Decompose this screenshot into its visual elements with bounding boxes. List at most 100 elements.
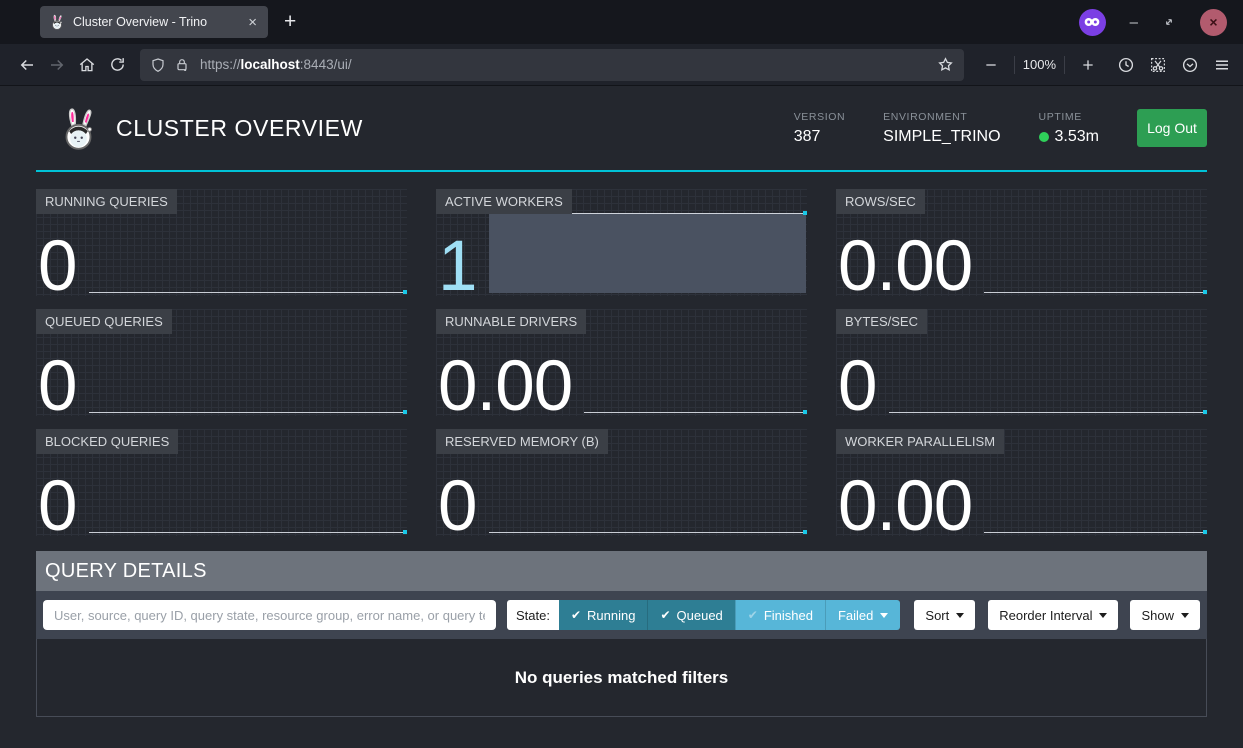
chevron-down-icon (956, 613, 964, 618)
pocket-save-icon[interactable] (1181, 56, 1199, 74)
query-details-header: QUERY DETAILS (36, 551, 1207, 591)
stat-value: 0 (436, 478, 477, 536)
chevron-down-icon (880, 613, 888, 618)
state-filter-failed-dropdown[interactable]: Failed (825, 600, 900, 630)
stat-value: 0 (36, 358, 77, 416)
stat-tile-queued-queries: QUEUED QUERIES 0 (36, 309, 407, 416)
window-close-button[interactable]: × (1200, 9, 1227, 36)
private-browsing-mask-icon (1079, 9, 1106, 36)
bookmark-star-icon[interactable] (937, 56, 954, 73)
zoom-level[interactable]: 100% (1023, 57, 1056, 72)
environment-label: ENVIRONMENT (883, 111, 1000, 123)
cluster-stats-grid: RUNNING QUERIES 0 ACTIVE WORKERS 1 ROWS/… (36, 189, 1207, 536)
new-tab-button[interactable]: + (284, 10, 296, 34)
zoom-in-icon[interactable] (1073, 50, 1103, 80)
stat-tile-runnable-drivers: RUNNABLE DRIVERS 0.00 (436, 309, 807, 416)
stat-tile-blocked-queries: BLOCKED QUERIES 0 (36, 429, 407, 536)
sort-dropdown[interactable]: Sort (914, 600, 975, 630)
trino-bunny-logo (60, 105, 97, 152)
tab-favicon-bunny-icon (49, 14, 65, 30)
state-filter-finished[interactable]: ✔Finished (735, 600, 825, 630)
state-filter-running[interactable]: ✔Running (559, 600, 648, 630)
version-info: VERSION 387 (794, 111, 845, 146)
url-scheme: https:// (200, 57, 241, 72)
reload-icon[interactable] (102, 50, 132, 80)
url-path: :8443/ui/ (300, 57, 352, 72)
stat-value: 0.00 (436, 358, 572, 416)
window-minimize-button[interactable]: – (1130, 14, 1138, 31)
uptime-label: UPTIME (1039, 111, 1099, 123)
stat-value: 0.00 (836, 478, 972, 536)
trino-ui-page: CLUSTER OVERVIEW VERSION 387 ENVIRONMENT… (0, 86, 1243, 717)
stat-label: BLOCKED QUERIES (36, 429, 178, 454)
state-filter-label: State: (507, 600, 559, 630)
stat-tile-running-queries: RUNNING QUERIES 0 (36, 189, 407, 296)
stat-label: BYTES/SEC (836, 309, 927, 334)
query-list-panel: No queries matched filters (36, 639, 1207, 717)
stat-label: RUNNABLE DRIVERS (436, 309, 586, 334)
show-dropdown[interactable]: Show (1130, 600, 1200, 630)
sparkline-chart (984, 189, 1207, 296)
check-icon: ✔ (571, 608, 581, 622)
stat-label: RESERVED MEMORY (B) (436, 429, 608, 454)
stat-value: 1 (436, 238, 477, 296)
page-title: CLUSTER OVERVIEW (116, 115, 363, 142)
stat-value: 0.00 (836, 238, 972, 296)
menu-hamburger-icon[interactable] (1213, 56, 1231, 74)
lock-warning-icon[interactable] (174, 57, 190, 73)
uptime-info: UPTIME 3.53m (1039, 111, 1099, 146)
url-text[interactable]: https://localhost:8443/ui/ (200, 57, 352, 72)
stat-tile-rows-sec: ROWS/SEC 0.00 (836, 189, 1207, 296)
browser-tab[interactable]: Cluster Overview - Trino × (40, 6, 268, 38)
browser-toolbar: https://localhost:8443/ui/ 100% (0, 44, 1243, 86)
stat-label: ROWS/SEC (836, 189, 925, 214)
url-bar[interactable]: https://localhost:8443/ui/ (140, 49, 964, 81)
chevron-down-icon (1099, 613, 1107, 618)
query-search-input[interactable] (43, 600, 496, 630)
separator (1014, 56, 1015, 74)
url-host: localhost (241, 57, 300, 72)
sparkline-chart (584, 309, 807, 416)
app-header: CLUSTER OVERVIEW VERSION 387 ENVIRONMENT… (36, 86, 1207, 172)
sparkline-chart (984, 429, 1207, 536)
stat-tile-active-workers: ACTIVE WORKERS 1 (436, 189, 807, 296)
zoom-out-icon[interactable] (976, 50, 1006, 80)
shield-icon[interactable] (150, 57, 166, 73)
version-value: 387 (794, 128, 845, 146)
screenshot-scissors-icon[interactable] (1149, 56, 1167, 74)
version-label: VERSION (794, 111, 845, 123)
reorder-interval-dropdown[interactable]: Reorder Interval (988, 600, 1118, 630)
check-icon: ✔ (748, 608, 758, 622)
chevron-down-icon (1181, 613, 1189, 618)
stat-tile-reserved-memory: RESERVED MEMORY (B) 0 (436, 429, 807, 536)
stat-value: 0 (36, 238, 77, 296)
browser-titlebar: Cluster Overview - Trino × + – × (0, 0, 1243, 44)
home-icon[interactable] (72, 50, 102, 80)
uptime-status-dot (1039, 132, 1049, 142)
stat-value: 0 (36, 478, 77, 536)
state-filter-queued[interactable]: ✔Queued (647, 600, 734, 630)
empty-queries-message: No queries matched filters (515, 668, 729, 688)
tab-title: Cluster Overview - Trino (73, 15, 238, 29)
stat-value: 0 (836, 358, 877, 416)
environment-value: SIMPLE_TRINO (883, 128, 1000, 146)
logout-button[interactable]: Log Out (1137, 109, 1207, 147)
sparkline-chart (889, 309, 1208, 416)
window-restore-button[interactable] (1162, 15, 1176, 29)
stat-label: RUNNING QUERIES (36, 189, 177, 214)
tab-close-icon[interactable]: × (246, 15, 259, 30)
forward-icon[interactable] (42, 50, 72, 80)
stat-tile-bytes-sec: BYTES/SEC 0 (836, 309, 1207, 416)
query-filter-toolbar: State: ✔Running ✔Queued ✔Finished Failed… (36, 591, 1207, 639)
history-clock-icon[interactable] (1117, 56, 1135, 74)
stat-label: WORKER PARALLELISM (836, 429, 1004, 454)
stat-label: ACTIVE WORKERS (436, 189, 572, 214)
separator (1064, 56, 1065, 74)
back-icon[interactable] (12, 50, 42, 80)
stat-tile-worker-parallelism: WORKER PARALLELISM 0.00 (836, 429, 1207, 536)
check-icon: ✔ (660, 608, 670, 622)
stat-label: QUEUED QUERIES (36, 309, 172, 334)
uptime-value: 3.53m (1055, 128, 1099, 146)
environment-info: ENVIRONMENT SIMPLE_TRINO (883, 111, 1000, 146)
state-filter-group: State: ✔Running ✔Queued ✔Finished Failed (507, 600, 900, 630)
